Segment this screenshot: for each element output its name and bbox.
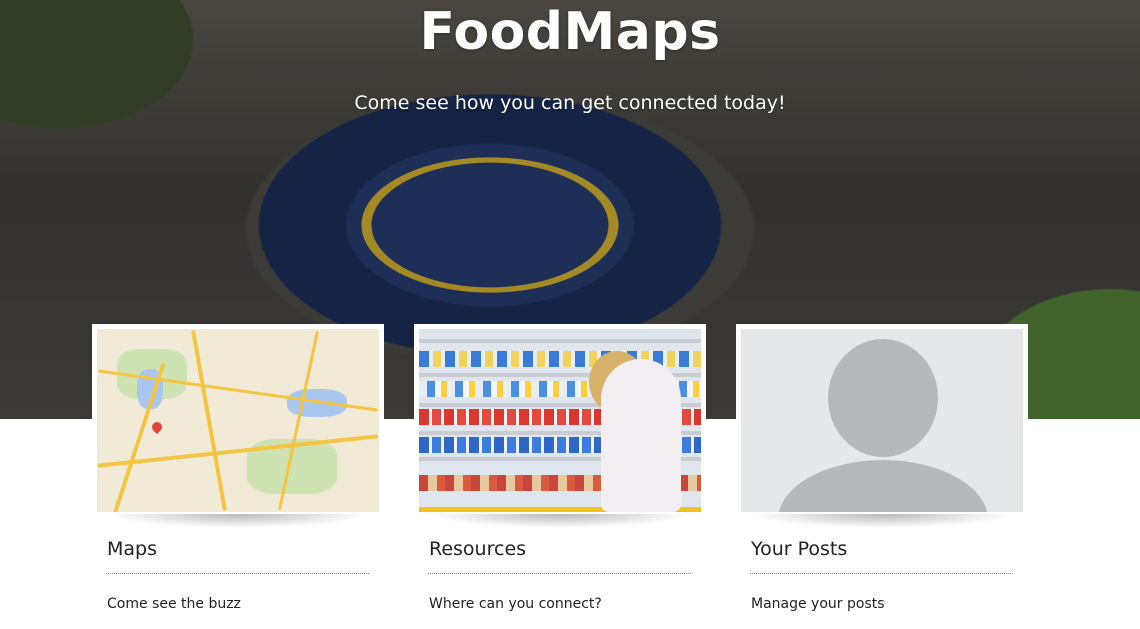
maps-card-frame xyxy=(92,324,384,516)
card-shadow xyxy=(752,514,1012,528)
your-posts-card[interactable]: Your Posts Manage your posts xyxy=(736,324,1028,612)
map-image[interactable] xyxy=(97,329,379,512)
avatar-head-icon xyxy=(828,339,938,457)
avatar-placeholder-image[interactable] xyxy=(741,329,1023,512)
grocery-shelf-image[interactable] xyxy=(419,329,701,512)
card-shadow xyxy=(108,514,368,528)
page-title: FoodMaps xyxy=(419,2,721,62)
maps-card[interactable]: Maps Come see the buzz xyxy=(92,324,384,612)
card-divider xyxy=(428,573,691,574)
card-description: Come see the buzz xyxy=(107,596,241,612)
hero-subtitle: Come see how you can get connected today… xyxy=(354,92,786,114)
card-title[interactable]: Resources xyxy=(429,538,526,560)
resources-card[interactable]: Resources Where can you connect? xyxy=(414,324,706,612)
card-title[interactable]: Your Posts xyxy=(751,538,847,560)
card-divider xyxy=(750,573,1013,574)
card-description: Where can you connect? xyxy=(429,596,602,612)
shopper-figure xyxy=(601,359,681,512)
card-shadow xyxy=(430,514,690,528)
your-posts-card-frame xyxy=(736,324,1028,516)
card-title[interactable]: Maps xyxy=(107,538,157,560)
avatar-body-icon xyxy=(778,460,988,512)
card-description: Manage your posts xyxy=(751,596,885,612)
map-pin-icon xyxy=(149,419,165,435)
card-divider xyxy=(106,573,369,574)
resources-card-frame xyxy=(414,324,706,516)
